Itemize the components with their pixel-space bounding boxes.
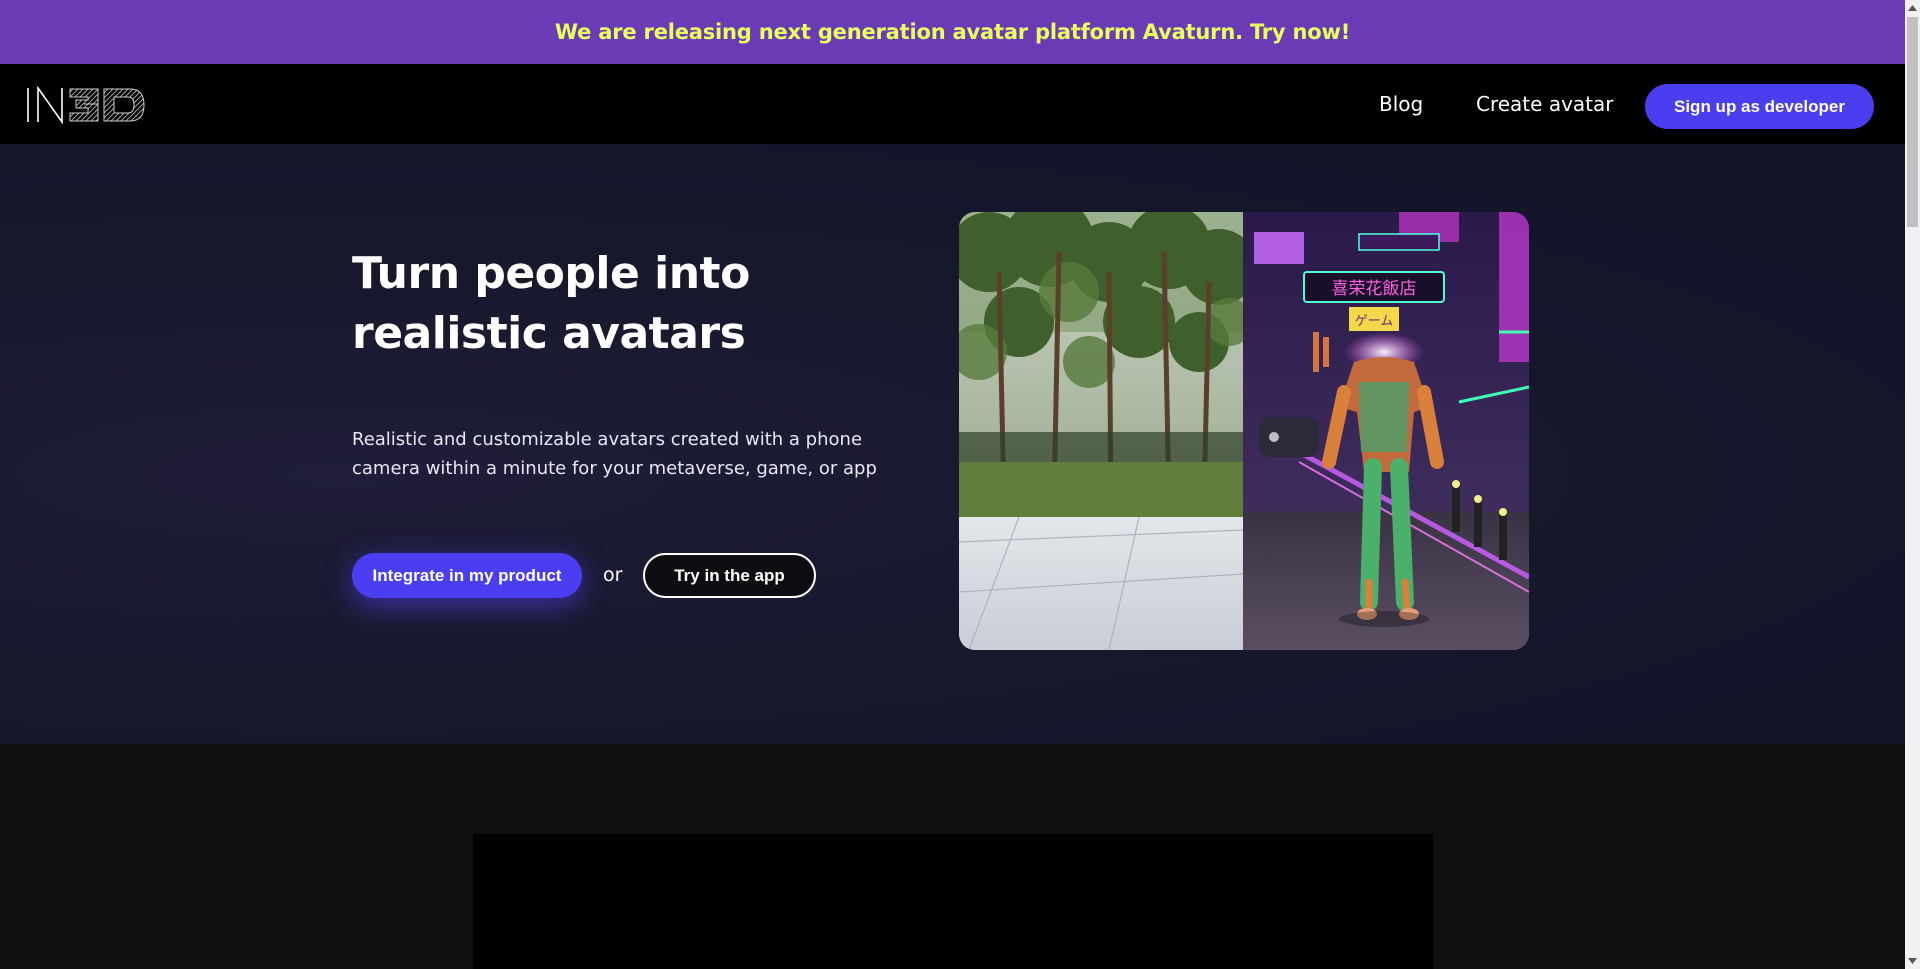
integrate-product-button[interactable]: Integrate in my product	[352, 553, 582, 598]
video-player[interactable]	[473, 834, 1433, 969]
sign-up-developer-button[interactable]: Sign up as developer	[1645, 84, 1874, 129]
nav-link-blog[interactable]: Blog	[1379, 92, 1423, 116]
hero-avatar-image: 喜荣花飯店 ゲーム	[959, 212, 1529, 650]
scrollbar-thumb[interactable]	[1907, 17, 1918, 227]
page: We are releasing next generation avatar …	[0, 0, 1920, 969]
try-in-app-button[interactable]: Try in the app	[643, 553, 816, 598]
nav-link-create-avatar[interactable]: Create avatar	[1476, 92, 1613, 116]
or-separator: or	[603, 564, 623, 586]
game-sign-text: ゲーム	[1355, 314, 1394, 329]
hero-subtitle: Realistic and customizable avatars creat…	[352, 429, 877, 479]
avaturn-promo-link[interactable]: We are releasing next generation avatar …	[555, 20, 1350, 44]
scroll-down-arrow-icon[interactable]	[1905, 953, 1920, 969]
in3d-logo-mark	[27, 85, 145, 125]
scroll-up-arrow-icon[interactable]	[1905, 0, 1920, 16]
in3d-logo[interactable]	[26, 85, 148, 125]
hero-title: Turn people into realistic avatars	[352, 248, 750, 359]
hero-section	[0, 144, 1905, 744]
announcement-bar: We are releasing next generation avatar …	[0, 0, 1905, 64]
neon-sign-text: 喜荣花飯店	[1332, 279, 1417, 299]
top-nav	[0, 64, 1905, 144]
